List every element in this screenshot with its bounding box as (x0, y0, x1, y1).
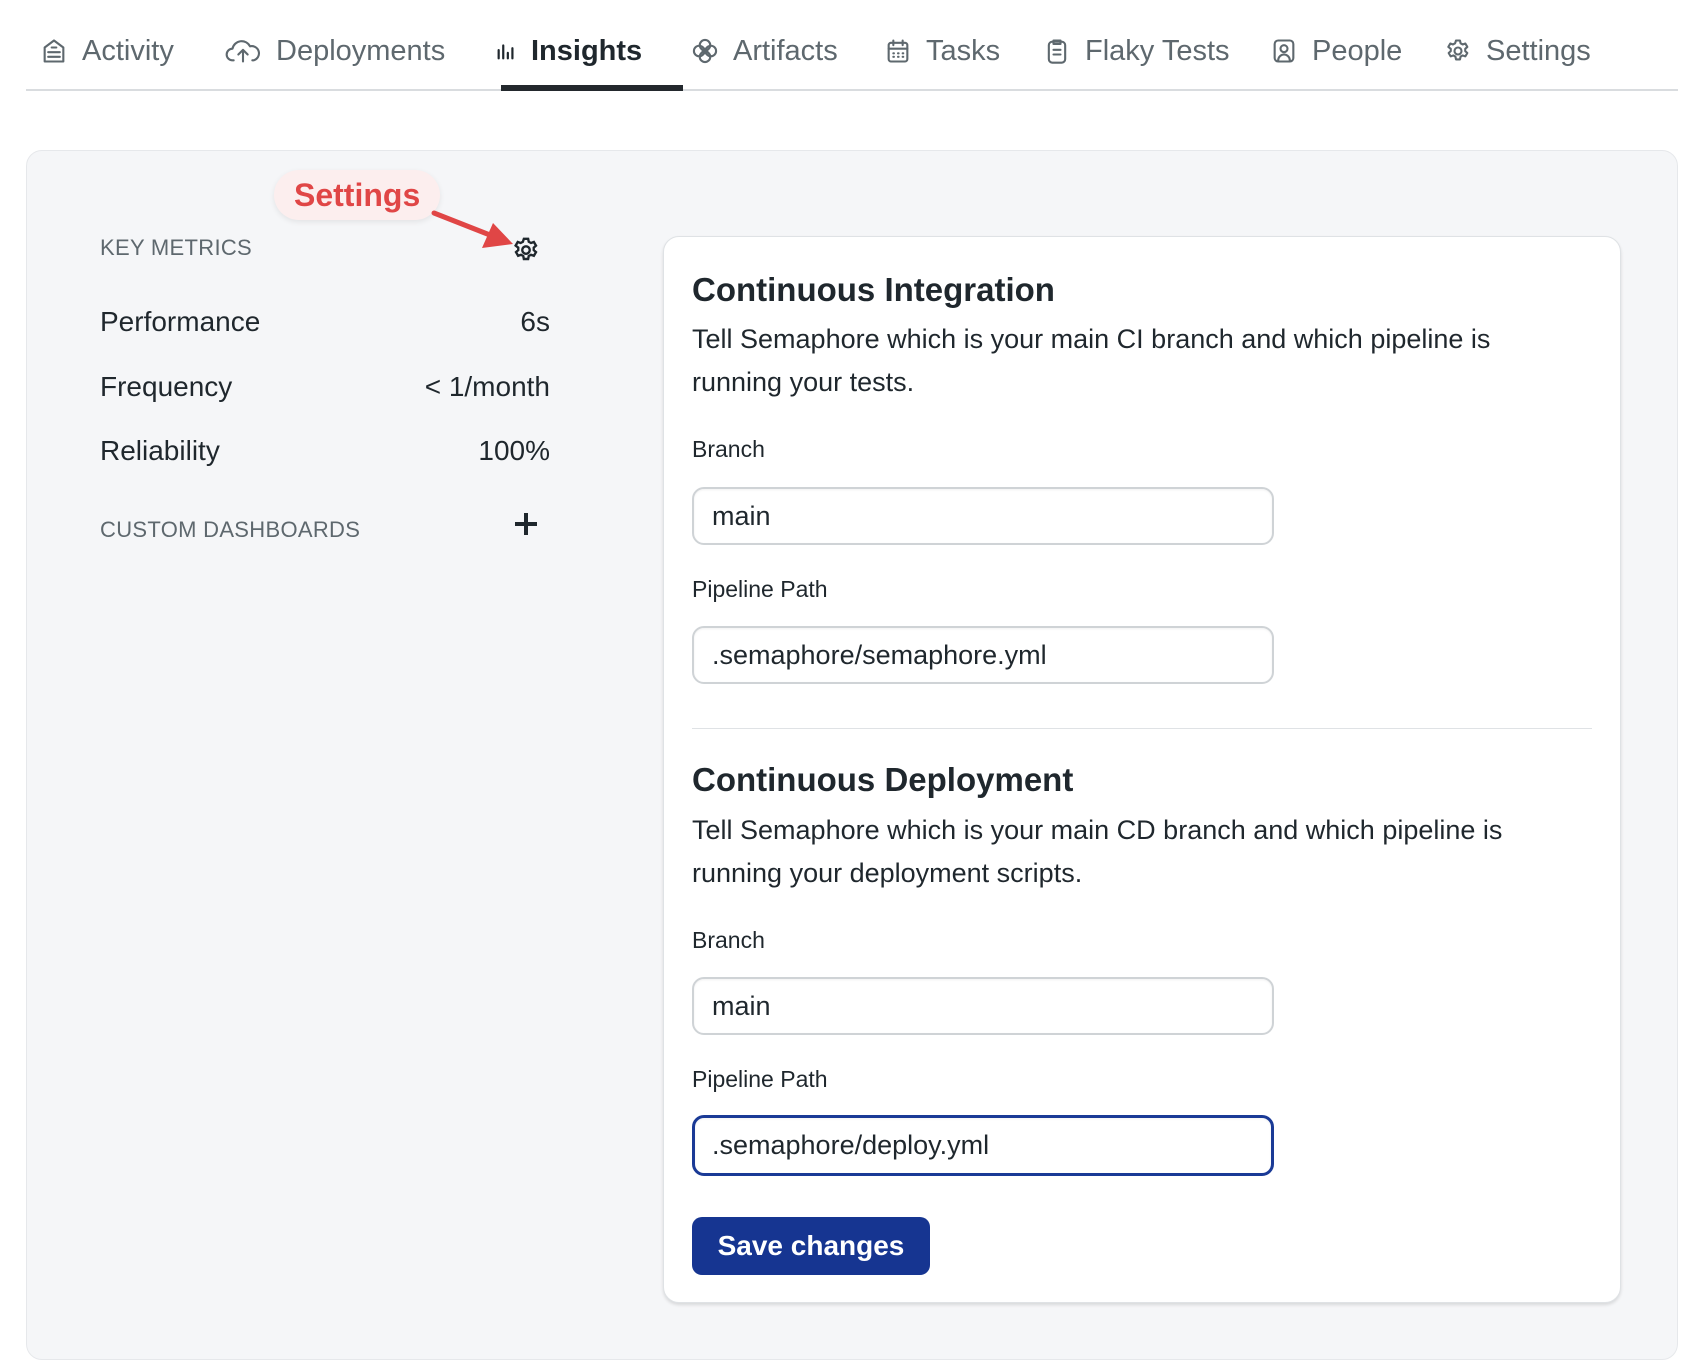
tab-label: Artifacts (733, 34, 838, 67)
tab-settings[interactable]: Settings (1444, 28, 1591, 74)
ci-branch-label: Branch (692, 436, 765, 462)
cloud-upload-icon (224, 37, 262, 65)
tab-activity[interactable]: Activity (40, 28, 174, 74)
clipboard-icon (1043, 37, 1071, 65)
cd-heading: Continuous Deployment (692, 761, 1074, 798)
cd-branch-label: Branch (692, 927, 765, 953)
metric-value: 100% (478, 435, 550, 466)
tab-people[interactable]: People (1270, 28, 1402, 74)
activity-icon (40, 37, 68, 65)
settings-annotation-callout: Settings (274, 170, 441, 220)
metric-value: < 1/month (424, 371, 550, 402)
metric-label: Performance (100, 306, 261, 337)
metric-reliability[interactable]: Reliability 100% (100, 435, 550, 467)
tab-insights[interactable]: Insights (495, 28, 642, 74)
ci-branch-input[interactable] (692, 487, 1274, 545)
cd-pipeline-label: Pipeline Path (692, 1066, 828, 1092)
tab-label: Flaky Tests (1085, 34, 1230, 67)
tab-label: Deployments (276, 34, 446, 67)
person-icon (1270, 37, 1298, 65)
save-changes-button[interactable]: Save changes (692, 1217, 930, 1275)
tab-label: Settings (1486, 34, 1591, 67)
gear-icon (514, 237, 538, 261)
ci-description: Tell Semaphore which is your main CI bra… (692, 324, 1491, 397)
custom-dashboards-heading: CUSTOM DASHBOARDS (100, 517, 361, 542)
metric-frequency[interactable]: Frequency < 1/month (100, 371, 550, 403)
ci-pipeline-input[interactable] (692, 626, 1274, 684)
metric-value: 6s (520, 306, 550, 337)
cd-description: Tell Semaphore which is your main CD bra… (692, 815, 1503, 888)
tab-label: Activity (82, 34, 174, 67)
add-dashboard-button[interactable] (513, 511, 539, 537)
ci-pipeline-label: Pipeline Path (692, 576, 828, 602)
project-tabs: Activity Deployments Insights Artifacts … (26, 0, 1678, 91)
tab-artifacts[interactable]: Artifacts (691, 28, 838, 74)
insights-settings-card: Continuous Integration Tell Semaphore wh… (663, 236, 1621, 1303)
active-tab-indicator (501, 85, 683, 91)
tab-label: Insights (531, 34, 643, 67)
metric-performance[interactable]: Performance 6s (100, 306, 550, 338)
section-divider (692, 728, 1592, 729)
metric-label: Frequency (100, 371, 233, 402)
bar-chart-icon (495, 37, 517, 65)
tab-tasks[interactable]: Tasks (884, 28, 1000, 74)
cd-pipeline-input[interactable] (692, 1115, 1274, 1176)
calendar-icon (884, 37, 912, 65)
tab-flaky-tests[interactable]: Flaky Tests (1043, 28, 1230, 74)
tab-deployments[interactable]: Deployments (224, 28, 445, 74)
cd-branch-input[interactable] (692, 977, 1274, 1035)
key-metrics-settings-button[interactable] (511, 235, 541, 265)
artifacts-icon (691, 37, 719, 65)
insights-panel: KEY METRICS Performance 6s Frequency < 1… (26, 150, 1678, 1360)
ci-heading: Continuous Integration (692, 271, 1055, 308)
metric-label: Reliability (100, 435, 220, 466)
gear-icon (1444, 37, 1472, 65)
tab-label: Tasks (926, 34, 1001, 67)
tab-label: People (1312, 34, 1403, 67)
key-metrics-heading: KEY METRICS (100, 235, 253, 260)
